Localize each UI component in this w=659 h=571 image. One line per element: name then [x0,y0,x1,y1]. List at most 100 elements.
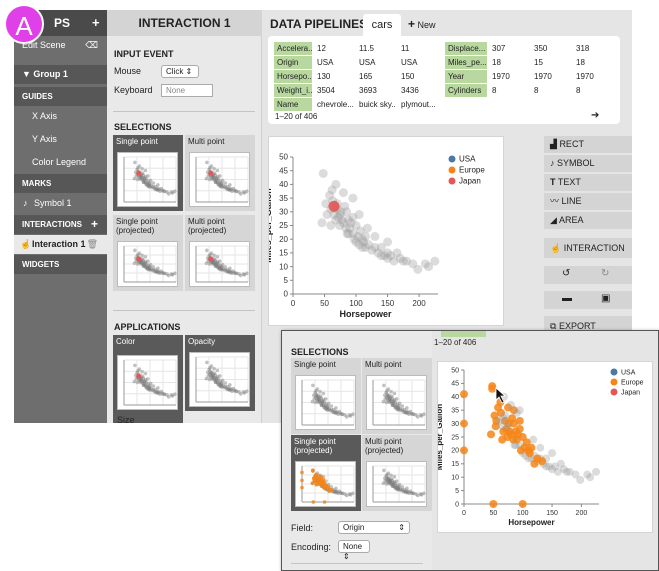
application-color[interactable]: Color [113,335,183,423]
bar-chart-icon: ▟ [550,139,557,149]
symbol-icon: ♪ [550,158,555,168]
data-point [506,400,515,409]
symbol-tool[interactable]: ♪ SYMBOL [544,155,632,172]
mini-point [228,183,232,187]
application-opacity[interactable]: Opacity [185,335,255,411]
new-pipeline-label: New [417,20,436,30]
mini-point [140,166,144,171]
table-cell: 15 [534,58,543,67]
save-icon[interactable]: ▣ [601,293,610,304]
data-point [383,237,393,247]
data-point [317,218,327,228]
size-label[interactable]: Size [117,415,135,423]
sidebar-item-color-legend[interactable]: Color Legend [14,153,107,172]
legend-swatch [610,388,618,396]
selection-single-point-projected[interactable]: Single point (projected) [291,435,361,511]
rect-tool[interactable]: ▟ RECT [544,136,632,153]
selection-multi-point-projected[interactable]: Multi point (projected) [185,215,255,291]
mini-point [245,271,249,276]
interaction-tool[interactable]: ☝ INTERACTION [544,238,632,258]
encoding-select[interactable]: None ⇕ [338,540,370,561]
table-cell: 18 [492,58,501,67]
new-pipeline-button[interactable]: + New [408,17,436,31]
mini-point [215,168,220,173]
selection-multi-point-projected[interactable]: Multi point (projected) [362,435,432,511]
area-tool[interactable]: ◢ AREA [544,212,632,229]
trash-icon[interactable]: 🗑 [87,235,98,254]
input-event-heading: INPUT EVENT [114,49,174,59]
data-point [487,430,495,439]
sidebar-title: PS [54,16,71,30]
mini-point [217,174,222,178]
overlay-pipelines: 1–20 of 406 0 5 10 15 20 25 30 35 40 45 50 0 50 100 15… [432,331,658,570]
selection-multi-point[interactable]: Multi point [362,358,432,434]
data-point [548,449,557,458]
x-tick-label: 0 [462,510,466,517]
folder-open-icon[interactable]: ▬ [562,293,572,304]
table-cell: 8 [534,86,539,95]
mini-point-selected [322,500,327,504]
mini-point [392,391,397,396]
keyboard-input[interactable]: None [161,84,213,97]
mini-point [156,386,160,390]
mini-point [405,406,409,410]
y-tick-label: 20 [279,235,288,244]
mini-point [326,401,331,406]
selections-heading: SELECTIONS [114,122,172,132]
tab-cars[interactable]: cars [363,14,401,36]
mini-point [217,374,222,378]
eraser-icon[interactable]: ⌫ [85,36,98,55]
next-page-arrow-icon[interactable]: ➔ [591,110,599,121]
mini-point [207,177,212,182]
mini-point [394,479,399,483]
y-tick-label: 50 [451,367,459,374]
plus-icon: + [408,17,416,31]
undo-icon[interactable]: ↺ [562,268,570,279]
y-tick-label: 10 [451,475,459,482]
table-cell: 318 [576,44,590,53]
mini-point-selected [300,470,304,475]
scatter-chart-projected[interactable]: 0 5 10 15 20 25 30 35 40 45 50 0 50 100 150 200 Horsepow… [435,361,653,533]
selection-single-point[interactable]: Single point [291,358,361,434]
add-interaction-button[interactable]: + [91,215,98,234]
selection-single-point[interactable]: Single point [113,135,183,211]
sidebar-item-label: ▼ Group 1 [22,69,68,79]
mini-point [141,180,146,184]
mini-point [143,168,148,173]
data-point [370,231,380,241]
sidebar-item-interaction[interactable]: ☝ Interaction 1 🗑 [14,235,107,254]
thumb-label: Multi point (projected) [188,217,227,235]
mini-point-selected [314,482,319,487]
table-cell: 165 [359,72,373,81]
thumb-preview [366,461,427,507]
mini-point [209,164,214,168]
sidebar-item-x-axis[interactable]: X Axis [14,107,107,126]
line-tool[interactable]: 〰 LINE [544,193,632,210]
table-header-cell: Origin [274,56,312,69]
scatter-chart-main[interactable]: 0 5 10 15 20 25 30 35 40 45 50 0 50 100 150 200 Horsepow… [263,136,504,326]
table-cell: 350 [534,44,548,53]
sidebar-item-y-axis[interactable]: Y Axis [14,130,107,149]
field-select[interactable]: Origin ⇕ [338,521,410,534]
selection-single-point-projected[interactable]: Single point (projected) [113,215,183,291]
x-tick-label: 200 [412,299,426,308]
y-tick-label: 30 [451,421,459,428]
tool-label: TEXT [557,177,581,187]
sidebar-item-symbol[interactable]: ♪ Symbol 1 [14,194,107,213]
sidebar-section-marks: MARKS [14,174,107,193]
add-group-button[interactable]: + [92,15,100,30]
selection-multi-point[interactable]: Multi point [185,135,255,211]
mini-point [390,484,395,488]
redo-icon[interactable]: ↻ [601,268,609,279]
data-point [413,264,423,274]
sidebar-item-group[interactable]: ▼ Group 1 [14,65,107,84]
table-header-cell: Horsepo... [274,70,312,83]
mini-point [151,384,156,388]
y-axis-title: Miles_per_Gallon [438,404,444,470]
data-point [354,210,364,220]
text-tool[interactable]: T TEXT [544,174,632,191]
data-point [318,168,328,178]
mini-point [405,486,409,491]
mouse-select[interactable]: Click ⇕ [161,65,199,78]
data-pipelines-title: DATA PIPELINES [270,17,368,31]
